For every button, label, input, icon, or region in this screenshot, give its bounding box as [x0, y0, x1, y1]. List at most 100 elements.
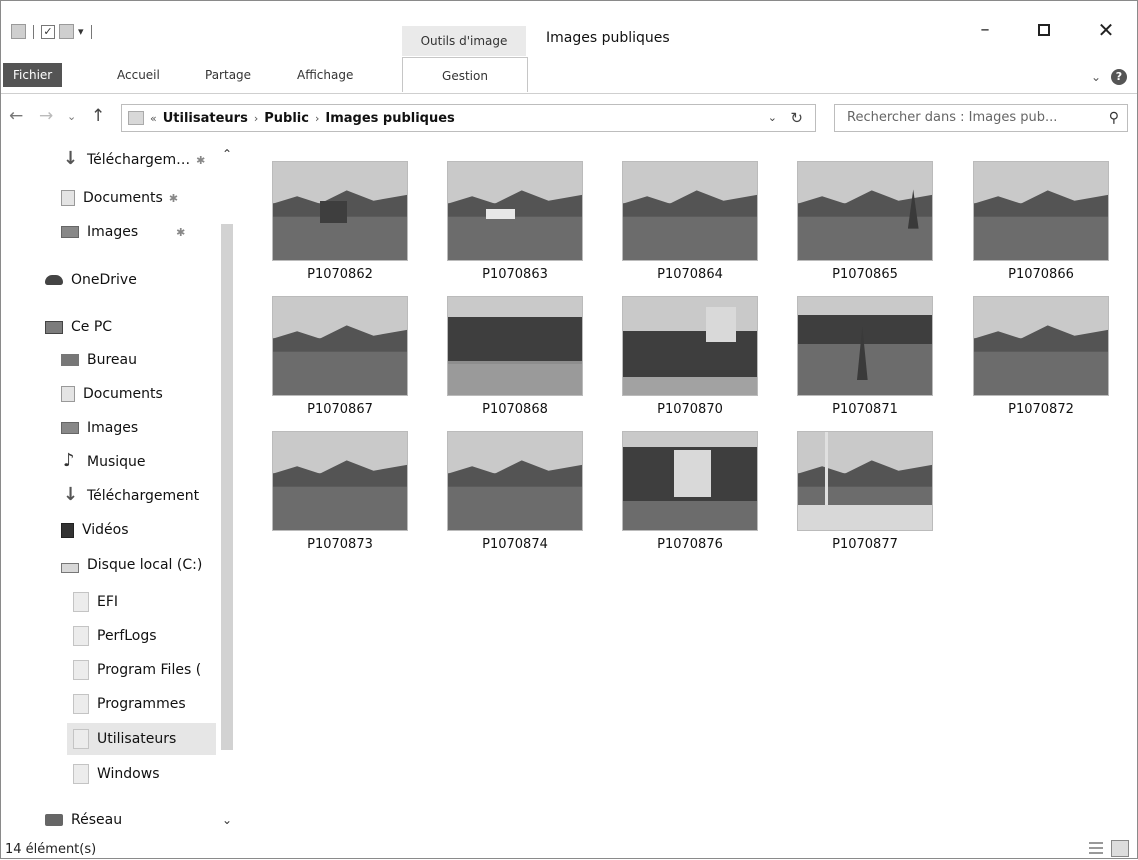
- scroll-down-icon[interactable]: ⌄: [218, 813, 236, 829]
- scrollbar-thumb[interactable]: [221, 224, 233, 750]
- sidebar-item-programmes[interactable]: Programmes: [73, 689, 216, 719]
- sidebar-item-program-files[interactable]: Program Files (: [73, 655, 216, 685]
- sidebar-item-disque-local[interactable]: Disque local (C:): [61, 552, 216, 578]
- file-item[interactable]: P1070873: [272, 431, 408, 561]
- up-arrow-icon[interactable]: ↑: [91, 106, 105, 126]
- file-item[interactable]: P1070874: [447, 431, 583, 561]
- large-icons-view-button[interactable]: [1111, 840, 1129, 857]
- refresh-icon[interactable]: ↻: [790, 109, 803, 127]
- file-name: P1070871: [832, 402, 898, 417]
- tab-affichage[interactable]: Affichage: [291, 63, 359, 87]
- file-item[interactable]: P1070862: [272, 161, 408, 291]
- breadcrumb-separator[interactable]: ›: [254, 112, 258, 125]
- sidebar-item-telechargements[interactable]: Téléchargement: [61, 483, 216, 509]
- desktop-icon: [61, 354, 79, 366]
- quick-access-toolbar: ✓ ▾: [11, 24, 95, 39]
- file-name: P1070863: [482, 267, 548, 282]
- breadcrumb-utilisateurs[interactable]: Utilisateurs: [163, 111, 248, 126]
- file-item[interactable]: P1070871: [797, 296, 933, 426]
- address-dropdown-icon[interactable]: ⌄: [768, 111, 777, 124]
- expand-ribbon-icon[interactable]: ⌄: [1091, 70, 1101, 84]
- details-view-button[interactable]: [1089, 842, 1103, 856]
- file-item[interactable]: P1070877: [797, 431, 933, 561]
- sidebar-scrollbar[interactable]: ⌃ ⌄: [218, 147, 236, 837]
- drive-icon: [61, 563, 79, 573]
- file-item[interactable]: P1070863: [447, 161, 583, 291]
- window-title: Images publiques: [546, 30, 670, 46]
- tab-accueil[interactable]: Accueil: [111, 63, 166, 87]
- sidebar-item-videos[interactable]: Vidéos: [61, 517, 216, 543]
- file-name: P1070876: [657, 537, 723, 552]
- tab-partage[interactable]: Partage: [199, 63, 257, 87]
- recent-locations-icon[interactable]: ⌄: [67, 110, 76, 123]
- sidebar-item-images-pinned[interactable]: Images ✱: [61, 219, 216, 245]
- folder-icon: [73, 694, 89, 714]
- file-list: P1070862 P1070863 P1070864 P1070865 P107…: [246, 151, 1131, 831]
- help-icon[interactable]: ?: [1111, 69, 1127, 85]
- scroll-up-icon[interactable]: ⌃: [218, 147, 236, 163]
- breadcrumb-separator[interactable]: ›: [315, 112, 319, 125]
- back-arrow-icon[interactable]: ←: [9, 106, 23, 126]
- file-item[interactable]: P1070872: [973, 296, 1109, 426]
- folder-icon: [128, 111, 144, 125]
- maximize-button[interactable]: [1026, 15, 1062, 45]
- file-name: P1070874: [482, 537, 548, 552]
- minimize-button[interactable]: –: [967, 15, 1003, 45]
- close-button[interactable]: ✕: [1088, 15, 1124, 45]
- forward-arrow-icon[interactable]: →: [39, 106, 53, 126]
- checkbox-icon[interactable]: ✓: [41, 24, 55, 39]
- new-folder-icon[interactable]: [59, 24, 74, 39]
- explorer-window: ✓ ▾ Outils d'image Images publiques – ✕ …: [0, 0, 1138, 859]
- sidebar-item-ce-pc[interactable]: Ce PC: [45, 314, 216, 340]
- pictures-icon: [61, 422, 79, 434]
- cloud-icon: [45, 275, 63, 285]
- sidebar-item-documents-pinned[interactable]: Documents ✱: [61, 185, 216, 211]
- file-item[interactable]: P1070867: [272, 296, 408, 426]
- customize-qat-icon[interactable]: ▾: [78, 25, 84, 38]
- status-bar: 14 élément(s): [1, 838, 1137, 860]
- properties-icon[interactable]: [11, 24, 26, 39]
- sidebar-item-perflogs[interactable]: PerfLogs: [73, 621, 216, 651]
- tab-fichier[interactable]: Fichier: [3, 63, 63, 87]
- file-item[interactable]: P1070864: [622, 161, 758, 291]
- file-item[interactable]: P1070868: [447, 296, 583, 426]
- qat-separator: [90, 24, 92, 39]
- sidebar-item-windows[interactable]: Windows: [73, 759, 216, 789]
- file-item[interactable]: P1070870: [622, 296, 758, 426]
- download-icon: [61, 148, 79, 169]
- sidebar-item-onedrive[interactable]: OneDrive: [45, 267, 216, 293]
- address-bar[interactable]: « Utilisateurs › Public › Images publiqu…: [121, 104, 816, 132]
- sidebar-item-telechargements-pinned[interactable]: Téléchargem…✱: [61, 147, 216, 173]
- search-placeholder: Rechercher dans : Images pub...: [847, 110, 1058, 125]
- sidebar-item-musique[interactable]: Musique: [61, 449, 216, 475]
- breadcrumb-overflow[interactable]: «: [150, 112, 157, 125]
- sidebar-item-documents[interactable]: Documents: [61, 381, 216, 407]
- breadcrumb-images-publiques[interactable]: Images publiques: [325, 111, 454, 126]
- file-name: P1070867: [307, 402, 373, 417]
- sidebar-item-efi[interactable]: EFI: [73, 587, 216, 617]
- image-thumbnail: [797, 161, 933, 261]
- folder-icon: [73, 592, 89, 612]
- tab-gestion[interactable]: Gestion: [402, 57, 528, 92]
- file-name: P1070862: [307, 267, 373, 282]
- sidebar-item-utilisateurs[interactable]: Utilisateurs: [67, 723, 216, 755]
- file-item[interactable]: P1070866: [973, 161, 1109, 291]
- image-thumbnail: [447, 296, 583, 396]
- file-name: P1070868: [482, 402, 548, 417]
- document-icon: [61, 386, 75, 402]
- network-icon: [45, 814, 63, 826]
- image-thumbnail: [447, 431, 583, 531]
- sidebar-item-bureau[interactable]: Bureau: [61, 347, 216, 373]
- sidebar-item-images[interactable]: Images: [61, 415, 216, 441]
- file-item[interactable]: P1070876: [622, 431, 758, 561]
- breadcrumb-public[interactable]: Public: [264, 111, 309, 126]
- file-name: P1070870: [657, 402, 723, 417]
- item-count: 14 élément(s): [5, 842, 97, 857]
- image-thumbnail: [622, 431, 758, 531]
- file-item[interactable]: P1070865: [797, 161, 933, 291]
- image-thumbnail: [447, 161, 583, 261]
- sidebar-item-reseau[interactable]: Réseau: [45, 807, 216, 833]
- search-input[interactable]: Rechercher dans : Images pub... ⚲: [834, 104, 1128, 132]
- pin-icon: ✱: [176, 225, 186, 239]
- search-icon[interactable]: ⚲: [1109, 105, 1119, 131]
